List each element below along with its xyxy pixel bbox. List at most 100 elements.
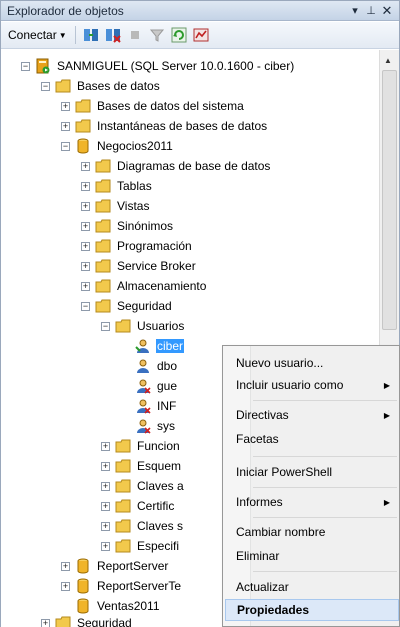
- expand-toggle[interactable]: +: [81, 201, 90, 211]
- scrollbar-thumb[interactable]: [382, 70, 397, 330]
- menu-item-reports[interactable]: Informes ▶: [225, 491, 399, 513]
- expand-toggle[interactable]: +: [81, 161, 90, 171]
- user-icon: [135, 358, 151, 374]
- tree-label: Vistas: [117, 199, 150, 213]
- expand-toggle[interactable]: +: [101, 541, 110, 551]
- tree-node-storage[interactable]: + Almacenamiento: [81, 276, 207, 296]
- menu-item-refresh[interactable]: Actualizar: [225, 576, 399, 598]
- collapse-toggle[interactable]: −: [101, 321, 110, 331]
- menu-item-properties[interactable]: Propiedades: [225, 599, 399, 621]
- expand-toggle[interactable]: +: [101, 501, 110, 511]
- connect-label: Conectar: [8, 28, 57, 42]
- tree-node-asymmetric-keys[interactable]: + Claves a: [101, 476, 185, 496]
- tree-node-snapshots[interactable]: + Instantáneas de bases de datos: [61, 116, 268, 136]
- tree-node-tables[interactable]: + Tablas: [81, 176, 153, 196]
- tree-label: Seguridad: [117, 299, 172, 313]
- tree-label: dbo: [157, 359, 178, 373]
- refresh-icon: [171, 27, 187, 43]
- menu-item-rename[interactable]: Cambiar nombre: [225, 521, 399, 543]
- tree-label: Programación: [117, 239, 192, 253]
- expand-toggle[interactable]: +: [61, 101, 70, 111]
- expand-toggle[interactable]: +: [81, 221, 90, 231]
- tree-node-synonyms[interactable]: + Sinónimos: [81, 216, 174, 236]
- tree-node-symmetric-keys[interactable]: + Claves s: [101, 516, 184, 536]
- filter-button[interactable]: [147, 25, 167, 45]
- tree-node-server[interactable]: − SANMIGUEL (SQL Server 10.0.1600 - cibe…: [21, 56, 295, 76]
- tree-node-views[interactable]: + Vistas: [81, 196, 150, 216]
- tree-node-audit-specifications[interactable]: + Especifi: [101, 536, 180, 556]
- expand-toggle[interactable]: +: [61, 581, 70, 591]
- tree-node-schemas[interactable]: + Esquem: [101, 456, 182, 476]
- folder-icon: [115, 458, 131, 474]
- tree-node-roles[interactable]: + Funcion: [101, 436, 181, 456]
- menu-item-label: Directivas: [236, 408, 289, 422]
- tree-node-diagrams[interactable]: + Diagramas de base de datos: [81, 156, 271, 176]
- tree-node-security[interactable]: − Seguridad: [81, 296, 173, 316]
- expand-toggle[interactable]: +: [61, 121, 70, 131]
- folder-icon: [95, 158, 111, 174]
- tree-label: SANMIGUEL (SQL Server 10.0.1600 - ciber): [57, 59, 295, 73]
- tree-node-reportserver[interactable]: + ReportServer: [61, 556, 169, 576]
- tree-label: Negocios2011: [97, 139, 173, 153]
- connect-object-explorer-button[interactable]: [81, 25, 101, 45]
- tree-label: sys: [157, 419, 175, 433]
- submenu-arrow-icon: ▶: [383, 380, 390, 390]
- tree-node-negocios2011[interactable]: − Negocios2011: [61, 136, 174, 156]
- connect-dropdown-button[interactable]: Conectar ▼: [5, 26, 70, 44]
- collapse-toggle[interactable]: −: [41, 81, 50, 91]
- tree-label: ReportServerTe: [97, 579, 182, 593]
- menu-separator: [253, 487, 397, 488]
- tree-node-reportservertemp[interactable]: + ReportServerTe: [61, 576, 182, 596]
- tree-node-user-sys[interactable]: sys: [135, 416, 176, 436]
- tree-label: ReportServer: [97, 559, 169, 573]
- tree-node-user-ciber[interactable]: ciber: [135, 336, 185, 356]
- activity-monitor-button[interactable]: [191, 25, 211, 45]
- tree-node-system-databases[interactable]: + Bases de datos del sistema: [61, 96, 245, 116]
- scroll-up-icon[interactable]: ▲: [384, 56, 392, 65]
- folder-icon: [115, 438, 131, 454]
- close-button[interactable]: ✕: [379, 3, 395, 19]
- disconnect-icon: [105, 29, 121, 43]
- refresh-button[interactable]: [169, 25, 189, 45]
- menu-item-new-user[interactable]: Nuevo usuario...: [225, 352, 399, 374]
- tree-node-service-broker[interactable]: + Service Broker: [81, 256, 197, 276]
- auto-hide-pin-button[interactable]: ⊥: [363, 4, 379, 17]
- menu-item-delete[interactable]: Eliminar: [225, 545, 399, 567]
- expand-toggle[interactable]: +: [61, 561, 70, 571]
- filter-icon: [149, 29, 164, 42]
- tree-node-user-dbo[interactable]: dbo: [135, 356, 178, 376]
- disconnect-button[interactable]: [103, 25, 123, 45]
- expand-toggle[interactable]: +: [81, 181, 90, 191]
- menu-item-facets[interactable]: Facetas: [225, 428, 399, 450]
- tree-node-programmability[interactable]: + Programación: [81, 236, 193, 256]
- stop-button[interactable]: [125, 25, 145, 45]
- expand-toggle[interactable]: +: [81, 261, 90, 271]
- menu-item-policies[interactable]: Directivas ▶: [225, 404, 399, 426]
- expand-toggle[interactable]: +: [81, 281, 90, 291]
- expand-toggle[interactable]: +: [101, 521, 110, 531]
- tree-node-server-security[interactable]: + Seguridad: [41, 613, 133, 627]
- expand-toggle[interactable]: +: [81, 241, 90, 251]
- expand-toggle[interactable]: +: [101, 461, 110, 471]
- tree-node-users[interactable]: − Usuarios: [101, 316, 185, 336]
- tree-label: Certific: [137, 499, 175, 513]
- tree-node-databases[interactable]: − Bases de datos: [41, 76, 161, 96]
- collapse-toggle[interactable]: −: [61, 141, 70, 151]
- menu-item-script-user-as[interactable]: Incluir usuario como ▶: [225, 374, 399, 396]
- menu-item-start-powershell[interactable]: Iniciar PowerShell: [225, 461, 399, 483]
- tree-node-user-guest[interactable]: gue: [135, 376, 178, 396]
- window-position-dropdown[interactable]: ▾: [347, 4, 363, 17]
- tree-label: Instantáneas de bases de datos: [97, 119, 268, 133]
- tree-label: Esquem: [137, 459, 182, 473]
- menu-separator: [253, 456, 397, 457]
- collapse-toggle[interactable]: −: [81, 301, 90, 311]
- expand-toggle[interactable]: +: [41, 618, 50, 627]
- menu-separator: [253, 517, 397, 518]
- expand-toggle[interactable]: +: [101, 441, 110, 451]
- collapse-toggle[interactable]: −: [21, 61, 30, 71]
- expand-toggle[interactable]: +: [101, 481, 110, 491]
- folder-icon: [75, 118, 91, 134]
- tree-node-user-information-schema[interactable]: INF: [135, 396, 177, 416]
- tree-node-certificates[interactable]: + Certific: [101, 496, 175, 516]
- tree-label-selected: ciber: [156, 339, 185, 353]
